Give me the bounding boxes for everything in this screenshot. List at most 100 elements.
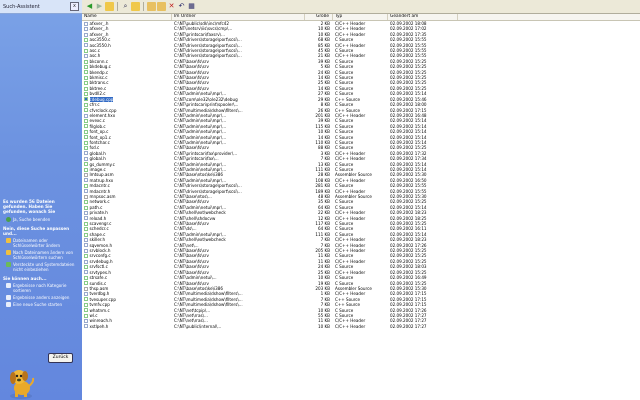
toolbar-separator [143,2,144,11]
file-date-cell: 02.09.2002 17:27 [390,323,427,329]
file-icon [84,27,88,32]
search-dog-icon [10,370,35,399]
file-icon [84,194,88,199]
arrow-right-icon [6,302,11,307]
search-icon[interactable]: ⌕ [121,2,130,11]
close-icon[interactable]: x [70,2,79,11]
arrow-right-icon [6,217,11,222]
also-option-2[interactable]: Eine neue Suche starten [6,302,75,307]
arrow-right-icon [6,295,11,300]
file-icon [84,32,88,37]
file-icon [84,205,88,210]
file-icon [84,270,88,275]
file-list-view: Name Im Ordner Größe Typ Geändert am afx… [82,14,640,400]
file-size-cell: 10 KB [317,323,330,329]
result-message: Es wurden 56 Dateien gefunden. Haben Sie… [3,199,56,214]
file-icon [84,135,88,140]
table-row[interactable]: xstlpeh.h C:\NT\public\internal\... 10 KB C… [82,324,640,329]
file-icon [84,21,88,26]
file-icon [84,259,88,264]
forward-arrow-icon[interactable]: ▶ [95,2,104,11]
copy-to-icon[interactable] [157,2,166,11]
column-header-row: Name Im Ordner Größe Typ Geändert am [82,14,640,21]
refine-option-icon [6,250,11,255]
file-icon [84,173,88,178]
file-icon [84,129,88,134]
yes-finish-link[interactable]: Ja, Suche beenden [6,217,75,222]
file-icon [84,54,88,59]
file-icon [84,254,88,259]
search-assistant-pane: Such-Assistent x Es wurden 56 Dateien ge… [0,0,82,400]
toolbar-separator [117,2,118,11]
file-icon [84,319,88,324]
file-icon [84,108,88,113]
refine-option-2[interactable]: Versteckte und Systemdateien nicht einbe… [6,262,75,272]
refine-option-1[interactable]: Nach Dateinamen ändern von Schlüsselwört… [6,250,75,260]
file-icon [84,210,88,215]
file-name-cell: xstlpeh.h [82,324,172,329]
move-to-icon[interactable] [147,2,156,11]
file-type-cell: C/C++ Header [335,323,366,329]
column-header-name[interactable]: Name [82,14,172,20]
file-icon [84,91,88,96]
undo-icon[interactable]: ↶ [177,2,186,11]
refine-option-icon [6,238,11,243]
back-arrow-icon[interactable]: ◀ [85,2,94,11]
search-assistant-title: Such-Assistent [3,3,40,10]
file-icon [84,167,88,172]
folder-up-icon[interactable] [105,2,114,11]
file-icon [84,64,88,69]
also-option-1[interactable]: Ergebnisse anders anzeigen [6,295,75,300]
file-icon [84,221,88,226]
file-icon [84,281,88,286]
file-folder-cell: C:\NT\public\internal\... [174,323,222,329]
delete-icon[interactable]: ✕ [167,2,176,11]
file-icon [84,113,88,118]
column-header-type[interactable]: Typ [333,14,388,20]
file-icon [84,243,88,248]
file-icon [84,124,88,129]
column-header-folder[interactable]: Im Ordner [172,14,305,20]
column-header-size[interactable]: Größe [305,14,333,20]
file-icon [84,140,88,145]
new-search-heading: Nein, diese Suche anpassen und... [3,226,70,236]
file-icon [84,200,88,205]
file-icon [84,308,88,313]
also-heading: Sie können auch... [3,276,47,281]
file-icon [84,146,88,151]
also-option-0[interactable]: Ergebnisse nach Kategorie sortieren [6,283,75,293]
search-assistant-header: Such-Assistent x [0,0,82,14]
file-icon [84,183,88,188]
file-icon [84,81,88,86]
file-icon [84,189,88,194]
file-icon [84,75,88,80]
file-icon [84,302,88,307]
file-icon [84,286,88,291]
file-icon [84,237,88,242]
file-rows: afxver_.h C:\NT\public\sdk\inc\mfc42 2 KB C… [82,21,640,329]
file-icon [84,162,88,167]
file-icon [84,48,88,53]
file-icon [84,59,88,64]
search-results-panel: Es wurden 56 Dateien gefunden. Haben Sie… [3,199,75,367]
file-icon [84,297,88,302]
file-icon [84,156,88,161]
refine-option-icon [6,262,11,267]
file-icon [84,37,88,42]
file-icon [84,275,88,280]
file-icon [84,248,88,253]
file-icon [84,324,88,329]
file-icon [84,86,88,91]
file-icon [84,102,88,107]
refine-option-0[interactable]: Dateinamen oder Schlüsselwörter ändern [6,238,75,248]
file-icon [84,227,88,232]
file-icon [84,70,88,75]
back-button[interactable]: Zurück [48,353,73,363]
column-header-date[interactable]: Geändert am [388,14,458,20]
views-icon[interactable]: ▦ [187,2,196,11]
toolbar: ◀ ▶ ⌕ ✕ ↶ ▦ [82,0,640,14]
file-icon [84,216,88,221]
file-icon [84,232,88,237]
file-icon [84,151,88,156]
folders-icon[interactable] [131,2,140,11]
